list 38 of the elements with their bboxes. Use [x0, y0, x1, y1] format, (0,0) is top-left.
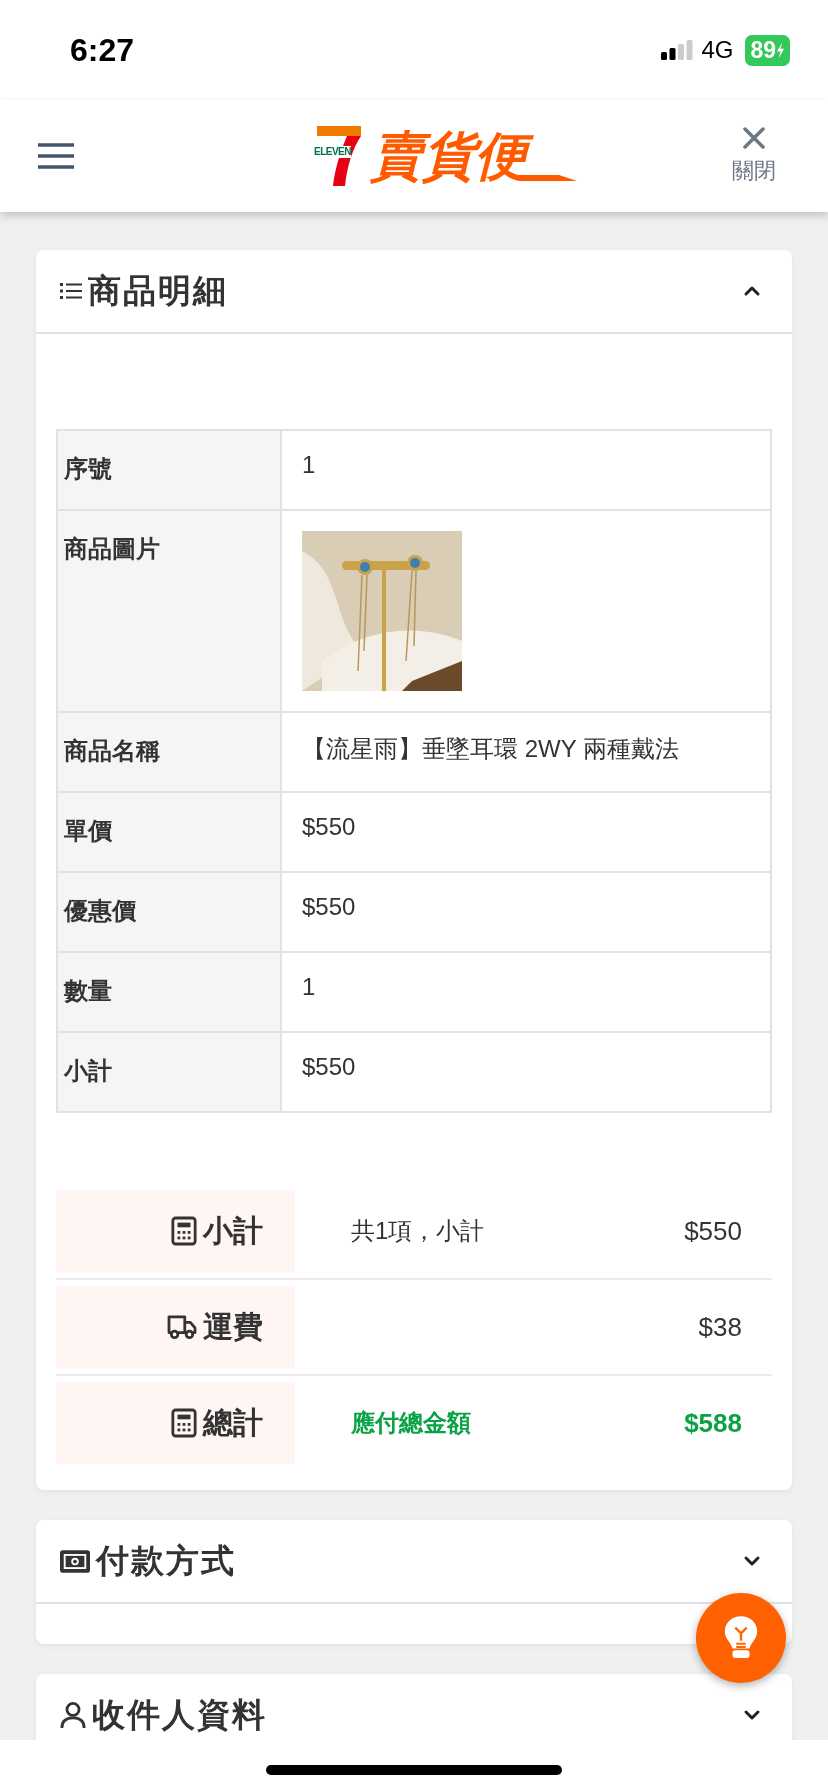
table-cell: 1	[302, 451, 316, 478]
section-title: 收件人資料	[92, 1694, 267, 1735]
table-cell: 商品名稱	[58, 713, 282, 791]
close-button[interactable]: 關閉	[732, 126, 776, 186]
close-icon	[742, 126, 766, 150]
table-cell: $550	[302, 813, 356, 840]
summary-amount: $38	[698, 1311, 742, 1343]
table-cell: 【流星雨】垂墜耳環 2WY 兩種戴法	[302, 735, 679, 762]
table-cell: 商品圖片	[58, 511, 282, 711]
table-cell: 數量	[58, 953, 282, 1031]
user-icon	[60, 1701, 86, 1729]
truck-icon	[167, 1314, 197, 1340]
battery-indicator: 89	[745, 34, 790, 66]
section-title: 商品明細	[88, 270, 228, 311]
menu-icon[interactable]	[38, 143, 74, 169]
summary-amount: $588	[684, 1407, 742, 1439]
table-cell: $550	[302, 1053, 356, 1080]
status-time: 6:27	[70, 31, 135, 69]
table-cell: 單價	[58, 793, 282, 871]
summary-label-cell: 運費	[56, 1286, 295, 1368]
section-title: 付款方式	[96, 1540, 236, 1581]
table-cell: 1	[302, 973, 316, 1000]
summary-label-cell: 小計	[56, 1190, 295, 1272]
brand-logo: 賣貨便	[371, 126, 579, 186]
summary-note: 應付總金額	[351, 1408, 472, 1438]
summary-label-cell: 總計	[56, 1382, 295, 1464]
calculator-icon	[171, 1216, 197, 1246]
signal-icon	[661, 40, 694, 60]
table-cell: $550	[302, 893, 356, 920]
calculator-icon	[171, 1408, 197, 1438]
summary-amount: $550	[684, 1215, 742, 1247]
summary-note: 共1項，小計	[351, 1216, 486, 1246]
table-cell: 優惠價	[58, 873, 282, 951]
money-icon	[60, 1549, 90, 1573]
network-label: 4G	[701, 36, 734, 64]
table-cell: 序號	[58, 431, 282, 509]
table-cell: 小計	[58, 1033, 282, 1111]
list-icon	[60, 283, 82, 299]
